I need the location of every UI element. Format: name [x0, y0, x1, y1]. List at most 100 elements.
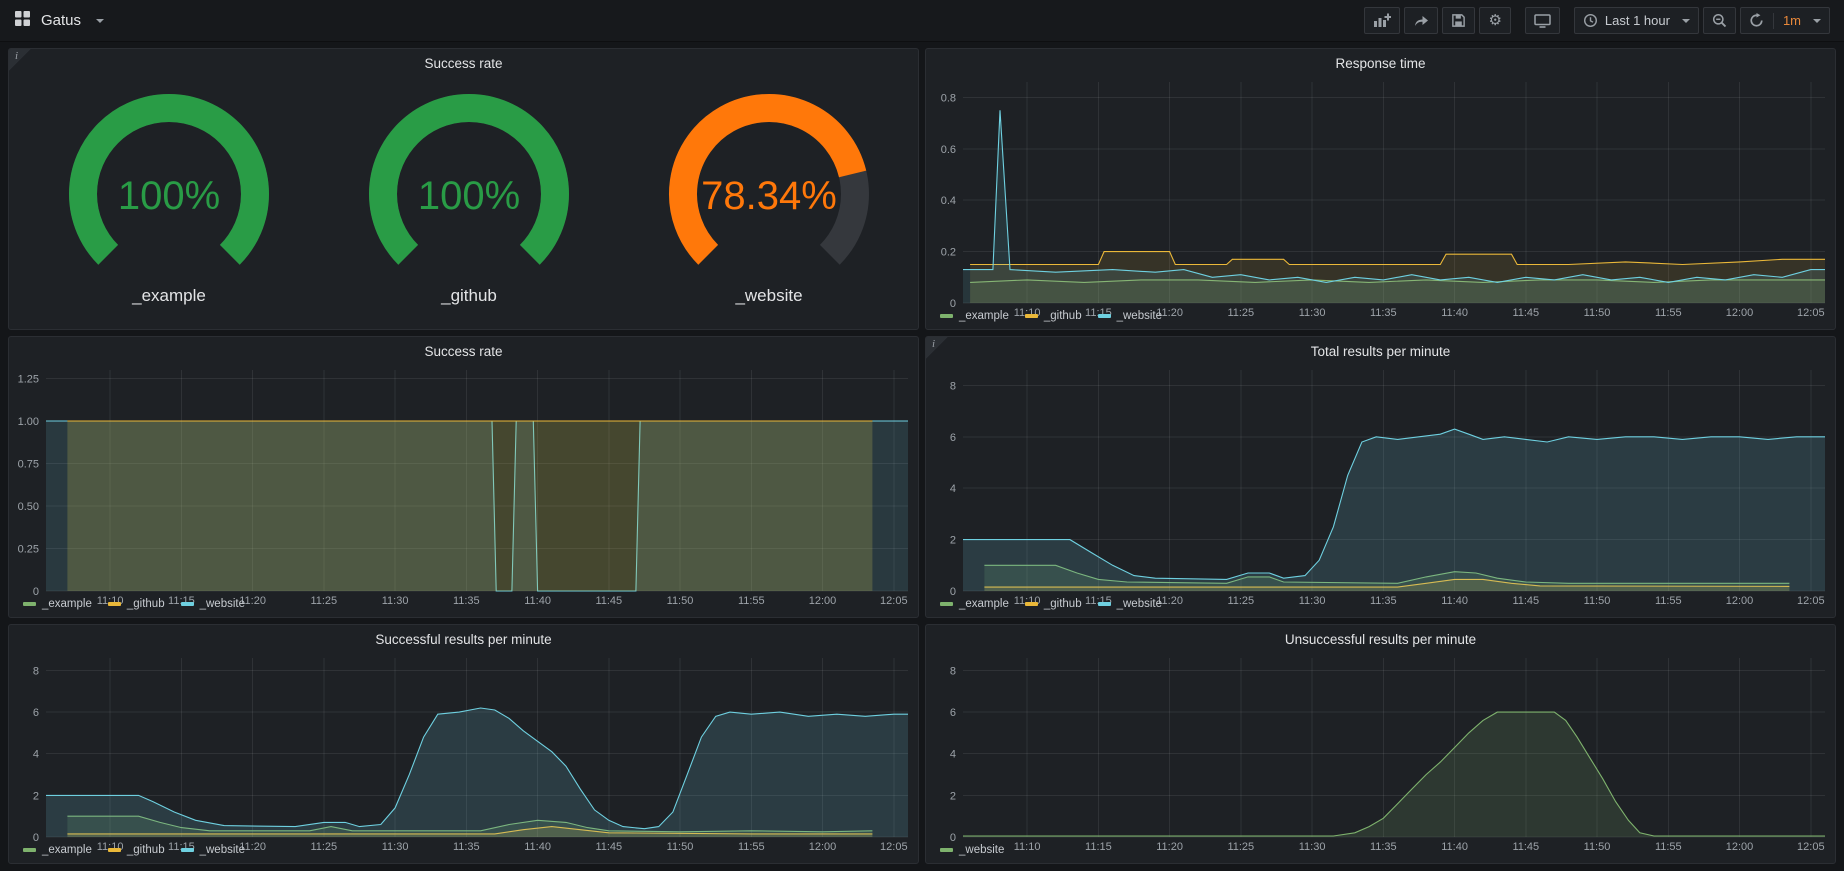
response-time-chart[interactable]: 00.20.40.60.811:1011:1511:2011:2511:3011…	[926, 74, 1835, 309]
legend-color-key	[108, 602, 121, 606]
svg-text:4: 4	[33, 749, 39, 761]
legend-item-_website[interactable]: _website	[940, 844, 1004, 856]
dashboard-caret-icon[interactable]	[96, 19, 104, 27]
navbar-left: Gatus	[14, 10, 104, 32]
svg-text:2: 2	[950, 535, 956, 547]
legend-color-key	[940, 602, 953, 606]
zoom-out-button[interactable]	[1703, 7, 1736, 34]
legend-item-_example[interactable]: _example	[940, 598, 1009, 610]
panel-unsuccessful-results: Unsuccessful results per minute 0246811:…	[925, 624, 1836, 864]
successful-results-chart[interactable]: 0246811:1011:1511:2011:2511:3011:3511:40…	[9, 650, 918, 843]
refresh-picker[interactable]: 1m	[1740, 7, 1830, 34]
legend-item-_example[interactable]: _example	[23, 844, 92, 856]
svg-text:8: 8	[950, 380, 956, 392]
add-panel-icon	[1373, 13, 1391, 28]
gauge-_github: 100% _github	[319, 92, 619, 306]
gauge-_example: 100%_example	[19, 92, 319, 306]
legend-color-key	[23, 848, 36, 852]
gauge-value: 100%	[118, 174, 220, 218]
legend-item-_website[interactable]: _website	[181, 844, 245, 856]
legend-item-_github[interactable]: _github	[1025, 310, 1082, 322]
save-button[interactable]	[1442, 7, 1475, 34]
chart-canvas[interactable]: 0246811:1011:1511:2011:2511:3011:3511:40…	[9, 650, 918, 855]
legend-item-_github[interactable]: _github	[108, 598, 165, 610]
chart-legend: _example _github _website	[926, 597, 1835, 617]
chart-legend: _example _github _website	[9, 843, 918, 863]
gauge-_website: 78.34%_website	[619, 92, 919, 306]
success-rate-chart[interactable]: 00.250.500.751.001.2511:1011:1511:2011:2…	[9, 362, 918, 597]
panel-title[interactable]: Response time	[926, 49, 1835, 74]
svg-text:0.2: 0.2	[941, 247, 956, 259]
svg-text:2: 2	[950, 790, 956, 802]
svg-text:8: 8	[950, 666, 956, 678]
svg-text:6: 6	[33, 707, 39, 719]
legend-color-key	[181, 602, 194, 606]
dashboard-grid: i Success rate 100%_example100%_github78…	[0, 42, 1844, 870]
panel-info-icon[interactable]: i	[926, 337, 948, 359]
panel-title[interactable]: Total results per minute	[926, 337, 1835, 362]
panel-title[interactable]: Success rate	[9, 49, 918, 74]
legend-color-key	[23, 602, 36, 606]
add-panel-button[interactable]	[1364, 7, 1400, 34]
svg-text:0.75: 0.75	[18, 459, 39, 471]
chart-canvas[interactable]: 0246811:1011:1511:2011:2511:3011:3511:40…	[926, 650, 1835, 855]
legend-color-key	[108, 848, 121, 852]
legend-item-_website[interactable]: _website	[1098, 310, 1162, 322]
legend-item-_github[interactable]: _github	[108, 844, 165, 856]
svg-text:2: 2	[33, 790, 39, 802]
legend-color-key	[940, 848, 953, 852]
time-range-caret-icon	[1682, 19, 1690, 27]
svg-text:0.50: 0.50	[18, 501, 39, 513]
svg-text:0.8: 0.8	[941, 92, 956, 104]
share-button[interactable]	[1404, 7, 1438, 34]
svg-text:4: 4	[950, 749, 956, 761]
svg-text:6: 6	[950, 707, 956, 719]
svg-text:1.00: 1.00	[18, 416, 39, 428]
monitor-icon	[1534, 13, 1551, 29]
gauge-label: _website	[735, 286, 802, 306]
chart-legend: _example _github _website	[926, 309, 1835, 329]
panel-title[interactable]: Unsuccessful results per minute	[926, 625, 1835, 650]
settings-button[interactable]: ⚙	[1479, 7, 1510, 34]
refresh-caret-icon	[1813, 19, 1821, 27]
panel-title[interactable]: Success rate	[9, 337, 918, 362]
unsuccessful-results-chart[interactable]: 0246811:1011:1511:2011:2511:3011:3511:40…	[926, 650, 1835, 843]
total-results-chart[interactable]: 0246811:1011:1511:2011:2511:3011:3511:40…	[926, 362, 1835, 597]
legend-item-_example[interactable]: _example	[23, 598, 92, 610]
gauge-label: _github	[441, 286, 497, 306]
dashboards-grid-icon[interactable]	[14, 10, 31, 32]
panel-response-time: Response time 00.20.40.60.811:1011:1511:…	[925, 48, 1836, 330]
legend-color-key	[1025, 314, 1038, 318]
panel-info-icon[interactable]: i	[9, 49, 31, 71]
chart-legend: _website	[926, 843, 1835, 863]
legend-color-key	[181, 848, 194, 852]
refresh-icon	[1749, 13, 1764, 28]
legend-item-_example[interactable]: _example	[940, 310, 1009, 322]
chart-canvas[interactable]: 00.20.40.60.811:1011:1511:2011:2511:3011…	[926, 74, 1835, 321]
gear-icon: ⚙	[1488, 13, 1501, 28]
legend-color-key	[1025, 602, 1038, 606]
chart-canvas[interactable]: 0246811:1011:1511:2011:2511:3011:3511:40…	[926, 362, 1835, 609]
legend-item-_github[interactable]: _github	[1025, 598, 1082, 610]
legend-item-_website[interactable]: _website	[181, 598, 245, 610]
gauge-value: 100%	[418, 174, 520, 218]
refresh-interval-label[interactable]: 1m	[1783, 13, 1801, 28]
cycle-view-mode-button[interactable]	[1525, 7, 1560, 34]
svg-text:6: 6	[950, 432, 956, 444]
panel-title[interactable]: Successful results per minute	[9, 625, 918, 650]
svg-text:0.4: 0.4	[941, 195, 956, 207]
dashboard-title[interactable]: Gatus	[41, 12, 81, 29]
panel-successful-results: Successful results per minute 0246811:10…	[8, 624, 919, 864]
svg-text:0.25: 0.25	[18, 544, 39, 556]
chart-canvas[interactable]: 00.250.500.751.001.2511:1011:1511:2011:2…	[9, 362, 918, 609]
svg-text:4: 4	[950, 483, 956, 495]
panel-success-rate-gauges: i Success rate 100%_example100%_github78…	[8, 48, 919, 330]
legend-item-_website[interactable]: _website	[1098, 598, 1162, 610]
gauge-canvas: 78.34%	[619, 92, 919, 284]
time-range-label: Last 1 hour	[1605, 13, 1670, 28]
panel-total-results: i Total results per minute 0246811:1011:…	[925, 336, 1836, 618]
time-range-picker[interactable]: Last 1 hour	[1574, 7, 1699, 34]
gauge-canvas: 100%	[319, 92, 619, 284]
svg-text:0.6: 0.6	[941, 144, 956, 156]
share-icon	[1413, 13, 1429, 28]
